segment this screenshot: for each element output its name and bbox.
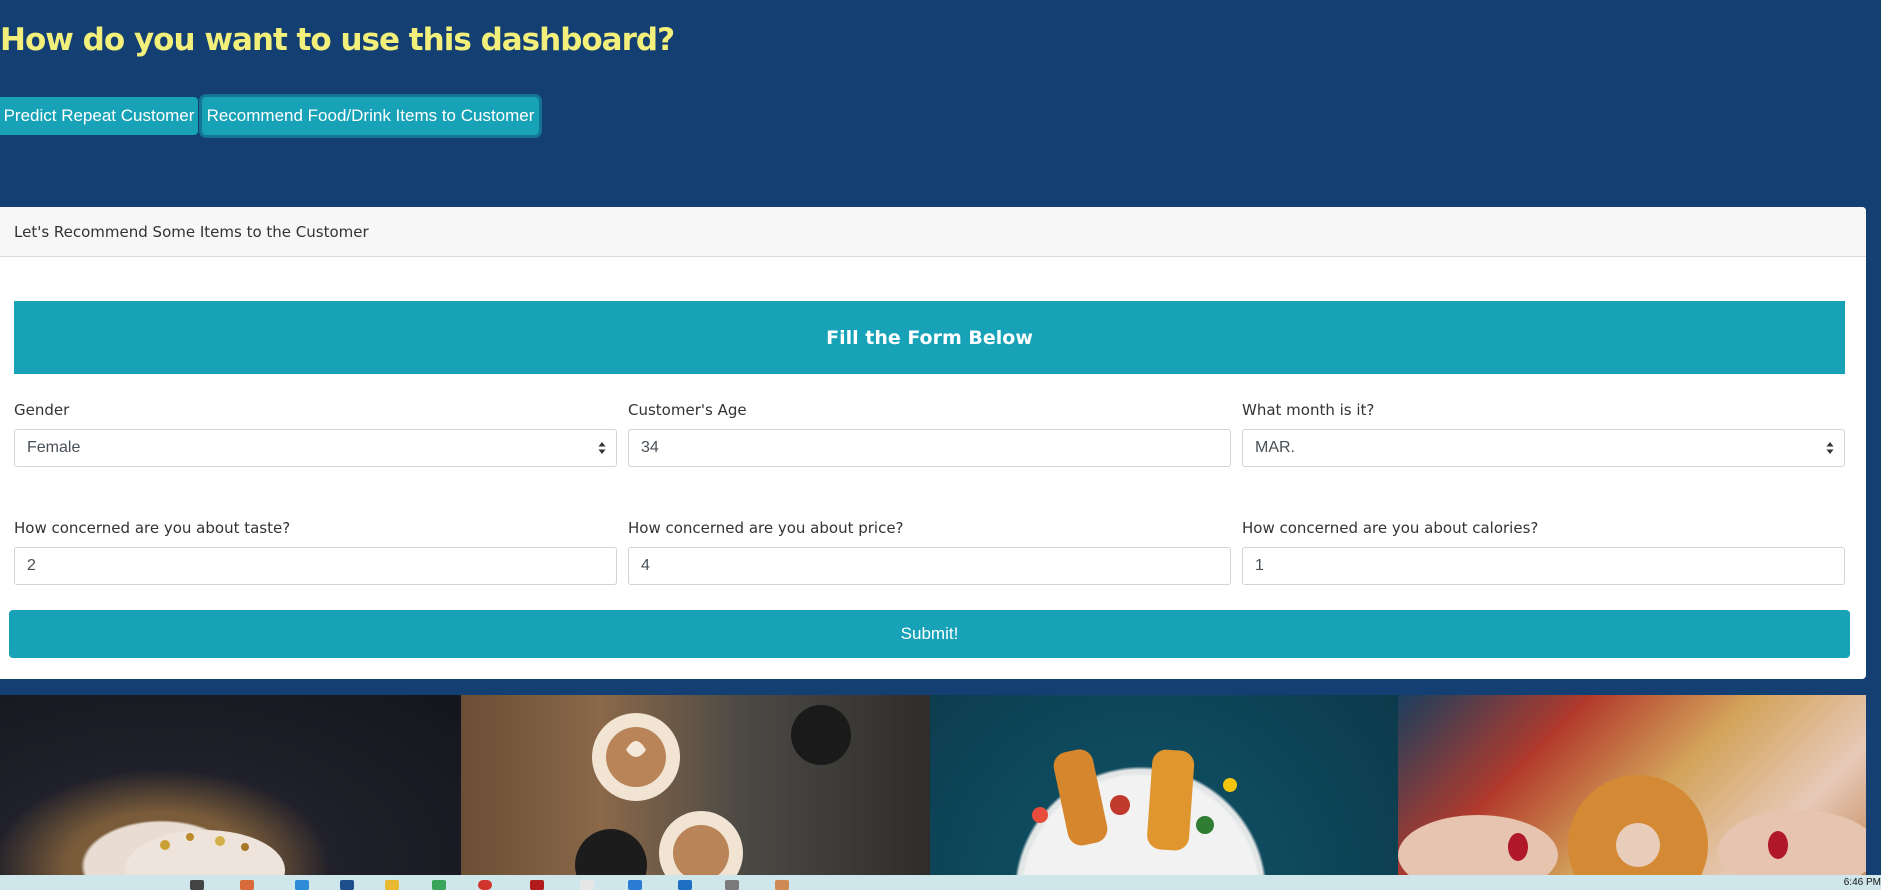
food-gallery bbox=[0, 695, 1881, 875]
chrome-icon[interactable] bbox=[478, 880, 492, 890]
price-label: How concerned are you about price? bbox=[628, 519, 904, 537]
taste-label: How concerned are you about taste? bbox=[14, 519, 291, 537]
window-icon[interactable] bbox=[340, 880, 354, 890]
age-value: 34 bbox=[641, 439, 659, 456]
os-taskbar: 6:46 PM bbox=[0, 875, 1881, 890]
recommend-card: Let's Recommend Some Items to the Custom… bbox=[0, 207, 1866, 679]
paint-icon[interactable] bbox=[240, 880, 254, 890]
glazed-donut-hands-photo bbox=[1398, 695, 1866, 875]
calories-label: How concerned are you about calories? bbox=[1242, 519, 1539, 537]
acrobat-icon[interactable] bbox=[530, 880, 544, 890]
recommend-items-button[interactable]: Recommend Food/Drink Items to Customer bbox=[202, 97, 539, 135]
gender-field: Gender Female bbox=[14, 401, 617, 467]
vscode-icon[interactable] bbox=[628, 880, 642, 890]
app-icon[interactable] bbox=[580, 880, 594, 890]
gender-value: Female bbox=[27, 439, 81, 456]
calories-field: How concerned are you about calories? 1 bbox=[1242, 519, 1845, 585]
age-label: Customer's Age bbox=[628, 401, 747, 419]
age-input[interactable]: 34 bbox=[628, 429, 1231, 467]
page-title: How do you want to use this dashboard? bbox=[0, 22, 675, 58]
taste-field: How concerned are you about taste? 2 bbox=[14, 519, 617, 585]
select-caret-icon bbox=[598, 442, 606, 454]
taste-input[interactable]: 2 bbox=[14, 547, 617, 585]
price-field: How concerned are you about price? 4 bbox=[628, 519, 1231, 585]
window-icon[interactable] bbox=[678, 880, 692, 890]
calories-input[interactable]: 1 bbox=[1242, 547, 1845, 585]
month-value: MAR. bbox=[1255, 439, 1295, 456]
app-icon[interactable] bbox=[775, 880, 789, 890]
month-field: What month is it? MAR. bbox=[1242, 401, 1845, 467]
card-header: Let's Recommend Some Items to the Custom… bbox=[0, 207, 1866, 257]
terminal-icon[interactable] bbox=[190, 880, 204, 890]
latte-cups-photo bbox=[461, 695, 930, 875]
taste-value: 2 bbox=[27, 557, 36, 574]
glazed-donut-illustration bbox=[1398, 775, 1866, 875]
select-caret-icon bbox=[1826, 442, 1834, 454]
submit-button[interactable]: Submit! bbox=[9, 610, 1850, 658]
donut-illustration bbox=[125, 830, 285, 875]
app-icon[interactable] bbox=[295, 880, 309, 890]
price-value: 4 bbox=[641, 557, 650, 574]
folder-icon[interactable] bbox=[385, 880, 399, 890]
app-icon[interactable] bbox=[725, 880, 739, 890]
kebab-illustration bbox=[1032, 749, 1237, 851]
predict-repeat-customer-button[interactable]: Predict Repeat Customer bbox=[0, 97, 198, 135]
app-icon[interactable] bbox=[432, 880, 446, 890]
price-input[interactable]: 4 bbox=[628, 547, 1231, 585]
taskbar-clock[interactable]: 6:46 PM bbox=[1844, 877, 1881, 888]
gender-select[interactable]: Female bbox=[14, 429, 617, 467]
age-field: Customer's Age 34 bbox=[628, 401, 1231, 467]
latte-illustration bbox=[575, 705, 851, 875]
calories-value: 1 bbox=[1255, 557, 1264, 574]
month-select[interactable]: MAR. bbox=[1242, 429, 1845, 467]
form-banner: Fill the Form Below bbox=[14, 301, 1845, 374]
kebab-plate-photo bbox=[930, 695, 1398, 875]
donut-photo bbox=[0, 695, 461, 875]
month-label: What month is it? bbox=[1242, 401, 1375, 419]
gender-label: Gender bbox=[14, 401, 70, 419]
